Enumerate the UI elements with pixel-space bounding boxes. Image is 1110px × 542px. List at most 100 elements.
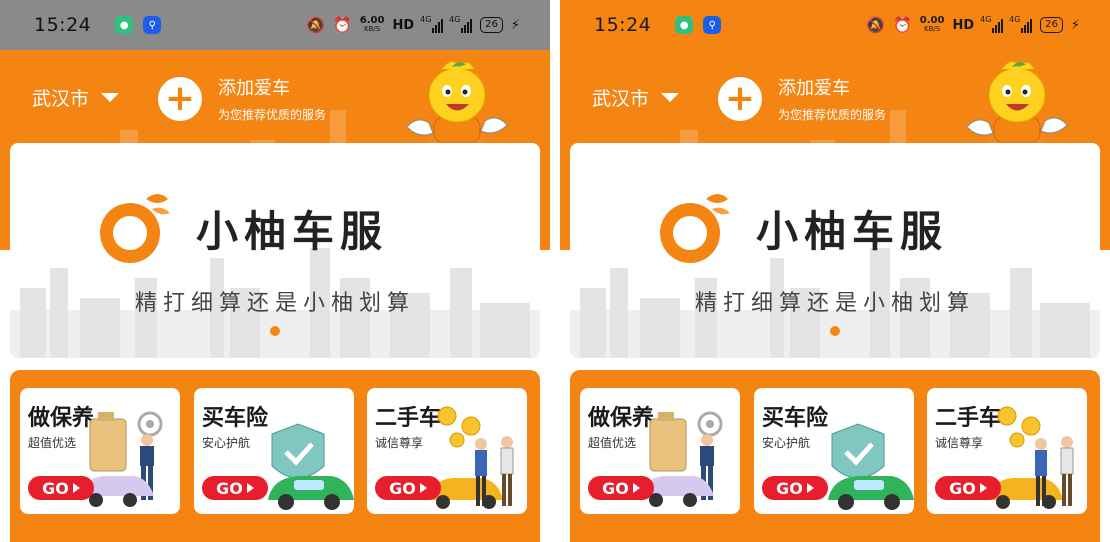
plus-icon: + <box>158 76 202 121</box>
mute-icon: 🔕 <box>306 16 326 34</box>
add-car-subtitle: 为您推荐优质的服务 <box>218 108 327 122</box>
usb-icon: ⚲ <box>703 16 722 34</box>
mute-icon: 🔕 <box>866 16 886 34</box>
signal-label: 4G <box>420 15 432 24</box>
logo-icon <box>100 194 170 263</box>
go-button[interactable]: GO <box>935 476 1001 500</box>
service-subtitle: 超值优选 <box>588 436 637 450</box>
add-car-title: 添加爱车 <box>218 78 290 99</box>
status-time: 15:24 <box>594 14 652 36</box>
maintenance-illustration <box>80 411 163 507</box>
insurance-illustration <box>268 423 354 510</box>
battery-icon: 26 <box>1040 17 1063 33</box>
battery-level: 26 <box>1045 19 1058 30</box>
brand-name: 小柚车服 <box>756 206 949 256</box>
phone-screen-left: 15:24 ● ⚲ 🔕 ⏰ 6.00 KB/S HD 4G 4G 26 ⚡ 武汉… <box>0 0 550 542</box>
carousel-indicator[interactable] <box>270 326 280 336</box>
services-panel: 做保养 超值优选 GO 买车险 安心护航 GO 二手车 诚信尊享 GO <box>10 370 540 542</box>
message-app-icon: ● <box>115 16 134 34</box>
logo-icon <box>660 194 730 263</box>
go-label: GO <box>42 478 69 498</box>
service-card-used-car[interactable]: 二手车 诚信尊享 GO <box>927 388 1087 514</box>
net-speed-unit: KB/S <box>924 25 941 33</box>
signal-icon: 4G <box>980 15 1004 33</box>
status-bar: 15:24 ● ⚲ 🔕 ⏰ 6.00 KB/S HD 4G 4G 26 ⚡ <box>0 0 550 50</box>
net-speed-value: 0.00 <box>919 15 945 26</box>
status-indicators: 🔕 ⏰ 6.00 KB/S HD 4G 4G 26 ⚡ <box>306 15 520 34</box>
go-arrow-icon <box>632 483 640 493</box>
city-selector[interactable]: 武汉市 <box>32 84 120 111</box>
mascot-icon <box>966 61 1068 145</box>
hd-label: HD <box>392 17 415 33</box>
net-speed: 6.00 KB/S <box>360 16 385 34</box>
net-speed: 0.00 KB/S <box>920 16 945 34</box>
city-label: 武汉市 <box>32 88 90 110</box>
go-arrow-icon <box>72 483 80 493</box>
signal-icon: 4G <box>449 15 473 33</box>
status-time: 15:24 <box>34 14 92 36</box>
service-subtitle: 安心护航 <box>762 436 811 450</box>
signal-icon: 4G <box>1009 15 1033 33</box>
carousel-indicator[interactable] <box>830 326 840 336</box>
banner-carousel[interactable]: 小柚车服 精打细算还是小柚划算 <box>570 143 1100 358</box>
battery-level: 26 <box>485 19 498 30</box>
message-app-icon: ● <box>675 16 694 34</box>
used-car-illustration <box>427 406 514 509</box>
go-button[interactable]: GO <box>762 476 828 500</box>
go-button[interactable]: GO <box>202 476 268 500</box>
add-car-button[interactable]: + 添加爱车 为您推荐优质的服务 <box>158 74 326 123</box>
city-selector[interactable]: 武汉市 <box>592 84 680 111</box>
alarm-icon: ⏰ <box>893 16 912 34</box>
charging-icon: ⚡ <box>510 17 520 33</box>
signal-icon: 4G <box>420 15 444 33</box>
go-button[interactable]: GO <box>588 476 654 500</box>
battery-icon: 26 <box>480 17 503 33</box>
used-car-illustration <box>987 406 1074 509</box>
service-card-used-car[interactable]: 二手车 诚信尊享 GO <box>367 388 527 514</box>
mascot-icon <box>406 61 508 145</box>
usb-icon: ⚲ <box>143 16 162 34</box>
brand-lockup: 小柚车服 <box>654 187 948 269</box>
plus-icon: + <box>718 76 762 121</box>
caret-down-icon <box>661 93 680 102</box>
go-button[interactable]: GO <box>28 476 94 500</box>
status-bar: 15:24 ● ⚲ 🔕 ⏰ 0.00 KB/S HD 4G 4G 26 ⚡ <box>560 0 1110 50</box>
insurance-illustration <box>828 423 914 510</box>
go-button[interactable]: GO <box>375 476 441 500</box>
brand-name: 小柚车服 <box>196 206 389 256</box>
go-arrow-icon <box>246 483 254 493</box>
service-subtitle: 诚信尊享 <box>935 436 984 450</box>
net-speed-value: 6.00 <box>359 15 385 26</box>
signal-label: 4G <box>1009 15 1021 24</box>
signal-label: 4G <box>980 15 992 24</box>
go-label: GO <box>602 478 629 498</box>
go-label: GO <box>949 478 976 498</box>
maintenance-illustration <box>640 411 723 507</box>
hd-label: HD <box>952 17 975 33</box>
go-label: GO <box>216 478 243 498</box>
service-card-insurance[interactable]: 买车险 安心护航 GO <box>194 388 354 514</box>
caret-down-icon <box>101 93 120 102</box>
go-arrow-icon <box>806 483 814 493</box>
banner-carousel[interactable]: 小柚车服 精打细算还是小柚划算 <box>10 143 540 358</box>
add-car-button[interactable]: + 添加爱车 为您推荐优质的服务 <box>718 74 886 123</box>
service-card-maintenance[interactable]: 做保养 超值优选 GO <box>20 388 180 514</box>
go-arrow-icon <box>979 483 987 493</box>
service-subtitle: 安心护航 <box>202 436 251 450</box>
phone-screen-right: 15:24 ● ⚲ 🔕 ⏰ 0.00 KB/S HD 4G 4G 26 ⚡ 武汉… <box>560 0 1110 542</box>
status-indicators: 🔕 ⏰ 0.00 KB/S HD 4G 4G 26 ⚡ <box>866 15 1080 34</box>
signal-label: 4G <box>449 15 461 24</box>
service-card-maintenance[interactable]: 做保养 超值优选 GO <box>580 388 740 514</box>
go-label: GO <box>776 478 803 498</box>
alarm-icon: ⏰ <box>333 16 352 34</box>
service-subtitle: 超值优选 <box>28 436 77 450</box>
service-card-insurance[interactable]: 买车险 安心护航 GO <box>754 388 914 514</box>
services-panel: 做保养 超值优选 GO 买车险 安心护航 GO 二手车 诚信尊享 GO <box>570 370 1100 542</box>
go-arrow-icon <box>419 483 427 493</box>
charging-icon: ⚡ <box>1070 17 1080 33</box>
brand-slogan: 精打细算还是小柚划算 <box>134 291 415 316</box>
service-subtitle: 诚信尊享 <box>375 436 424 450</box>
city-label: 武汉市 <box>592 88 650 110</box>
net-speed-unit: KB/S <box>364 25 381 33</box>
brand-lockup: 小柚车服 <box>94 187 388 269</box>
